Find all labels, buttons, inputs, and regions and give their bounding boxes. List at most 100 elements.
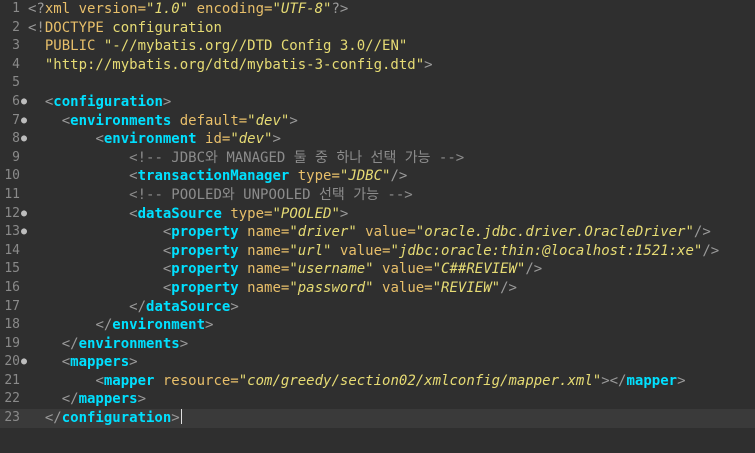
line-text: <!DOCTYPE configuration bbox=[28, 19, 222, 38]
code-line[interactable]: 22 </mappers> bbox=[0, 390, 755, 409]
token-val: "password" bbox=[289, 279, 374, 296]
token-punc: </ bbox=[61, 391, 79, 408]
token-punc: > bbox=[677, 372, 686, 389]
token-punc: < bbox=[129, 205, 138, 222]
line-text: <property name="username" value="C##REVI… bbox=[28, 260, 542, 279]
code-line[interactable]: 11 <!-- POOLED와 UNPOOLED 선택 가능 --> bbox=[0, 186, 755, 205]
code-line[interactable]: 20 ● <mappers> bbox=[0, 353, 755, 372]
token-punc: > bbox=[272, 131, 281, 148]
token-val: "dev" bbox=[230, 131, 273, 148]
token-attr: name= bbox=[238, 224, 290, 241]
line-number: 9 bbox=[12, 149, 20, 165]
code-line[interactable]: 13 ● <property name="driver" value="oracl… bbox=[0, 223, 755, 242]
token-tag: property bbox=[171, 224, 239, 241]
token-tag: configuration bbox=[53, 93, 163, 110]
token-punc: > bbox=[129, 354, 138, 371]
code-line[interactable]: 6 ● <configuration> bbox=[0, 93, 755, 112]
token-punc: > bbox=[230, 298, 239, 315]
token-attr: type= bbox=[289, 168, 340, 185]
code-line[interactable]: 8 ● <environment id="dev"> bbox=[0, 130, 755, 149]
code-line[interactable]: 18 </environment> bbox=[0, 316, 755, 335]
fold-marker-icon[interactable]: ● bbox=[20, 205, 28, 224]
line-number: 20 bbox=[4, 354, 20, 370]
token-tag: environment bbox=[112, 317, 206, 334]
token-plain: configuration bbox=[103, 19, 222, 36]
token-plain: "-//mybatis.org//DTD Config 3.0//EN" bbox=[95, 38, 408, 55]
token-punc: /> bbox=[500, 279, 517, 296]
token-punc: ></ bbox=[601, 372, 627, 389]
code-line[interactable]: 14 <property name="url" value="jdbc:orac… bbox=[0, 242, 755, 261]
code-line[interactable]: 17 </dataSource> bbox=[0, 298, 755, 317]
code-line[interactable]: 12 ● <dataSource type="POOLED"> bbox=[0, 205, 755, 224]
code-line[interactable]: 1 <?xml version="1.0" encoding="UTF-8"?> bbox=[0, 0, 755, 19]
token-attr: value= bbox=[331, 242, 391, 259]
token-decl: xml bbox=[44, 1, 71, 17]
token-punc: /> bbox=[390, 168, 408, 185]
code-line[interactable]: 21 <mapper resource="com/greedy/section0… bbox=[0, 372, 755, 391]
token-val: "url" bbox=[289, 242, 332, 259]
token-tag: transactionManager bbox=[137, 168, 290, 185]
token-punc: > bbox=[171, 410, 180, 427]
token-tag: environments bbox=[78, 335, 180, 352]
code-line[interactable]: 3 PUBLIC "-//mybatis.org//DTD Config 3.0… bbox=[0, 37, 755, 56]
line-text: "http://mybatis.org/dtd/mybatis-3-config… bbox=[28, 56, 433, 75]
code-line[interactable]: 23 </configuration> bbox=[0, 409, 755, 428]
token-attr: name= bbox=[238, 261, 290, 278]
token-tag: dataSource bbox=[146, 298, 231, 315]
line-number: 1 bbox=[12, 1, 20, 16]
fold-marker-icon[interactable]: ● bbox=[20, 353, 28, 372]
line-text: <!-- JDBC와 MANAGED 둘 중 하나 선택 가능 --> bbox=[28, 149, 464, 168]
line-number: 11 bbox=[4, 186, 20, 202]
token-tag: dataSource bbox=[137, 205, 222, 222]
token-punc: > bbox=[424, 56, 433, 73]
line-text: <mapper resource="com/greedy/section02/x… bbox=[28, 372, 686, 391]
code-line[interactable]: 15 <property name="username" value="C##R… bbox=[0, 260, 755, 279]
token-attr: encoding= bbox=[188, 1, 273, 17]
fold-marker-icon[interactable]: ● bbox=[20, 223, 28, 242]
token-punc: > bbox=[162, 93, 172, 110]
line-text: </dataSource> bbox=[28, 298, 239, 317]
line-text: <environment id="dev"> bbox=[28, 130, 281, 149]
token-punc: > bbox=[179, 335, 189, 352]
text-cursor bbox=[180, 409, 182, 425]
code-line[interactable]: 19 </environments> bbox=[0, 335, 755, 354]
token-punc: < bbox=[129, 168, 138, 185]
token-kw: PUBLIC bbox=[44, 38, 96, 55]
fold-marker-icon[interactable]: ● bbox=[20, 93, 28, 112]
fold-marker-icon[interactable]: ● bbox=[20, 112, 28, 131]
line-number: 7 bbox=[12, 112, 20, 128]
code-line[interactable]: 4 "http://mybatis.org/dtd/mybatis-3-conf… bbox=[0, 56, 755, 75]
line-text: <dataSource type="POOLED"> bbox=[28, 205, 348, 224]
line-number: 17 bbox=[4, 298, 20, 314]
token-tag: mapper bbox=[626, 372, 678, 389]
code-line[interactable]: 5 bbox=[0, 74, 755, 93]
line-text: </environments> bbox=[28, 335, 188, 354]
token-com: <!-- POOLED와 UNPOOLED 선택 가능 --> bbox=[129, 186, 413, 203]
line-number: 12 bbox=[4, 205, 20, 221]
token-punc: </ bbox=[61, 335, 79, 352]
token-tag: mappers bbox=[70, 354, 130, 371]
code-line[interactable]: 10 <transactionManager type="JDBC"/> bbox=[0, 167, 755, 186]
code-line[interactable]: 2 <!DOCTYPE configuration bbox=[0, 19, 755, 38]
line-text: <property name="url" value="jdbc:oracle:… bbox=[28, 242, 719, 261]
token-val: "driver" bbox=[289, 224, 357, 241]
line-number: 23 bbox=[4, 410, 20, 426]
line-text: <?xml version="1.0" encoding="UTF-8"?> bbox=[28, 0, 348, 19]
token-punc: /> bbox=[702, 242, 720, 259]
code-editor[interactable]: 1 <?xml version="1.0" encoding="UTF-8"?> 2… bbox=[0, 0, 755, 453]
token-attr: type= bbox=[221, 205, 273, 222]
code-line[interactable]: 7 ● <environments default="dev"> bbox=[0, 112, 755, 131]
code-lines[interactable]: 1 <?xml version="1.0" encoding="UTF-8"?> 2… bbox=[0, 0, 755, 428]
line-number: 3 bbox=[12, 38, 20, 54]
line-number: 19 bbox=[4, 335, 20, 351]
code-line[interactable]: 9 <!-- JDBC와 MANAGED 둘 중 하나 선택 가능 --> bbox=[0, 149, 755, 168]
fold-marker-icon[interactable]: ● bbox=[20, 130, 28, 149]
line-text: </configuration> bbox=[28, 409, 182, 428]
code-line[interactable]: 16 <property name="password" value="REVI… bbox=[0, 279, 755, 298]
